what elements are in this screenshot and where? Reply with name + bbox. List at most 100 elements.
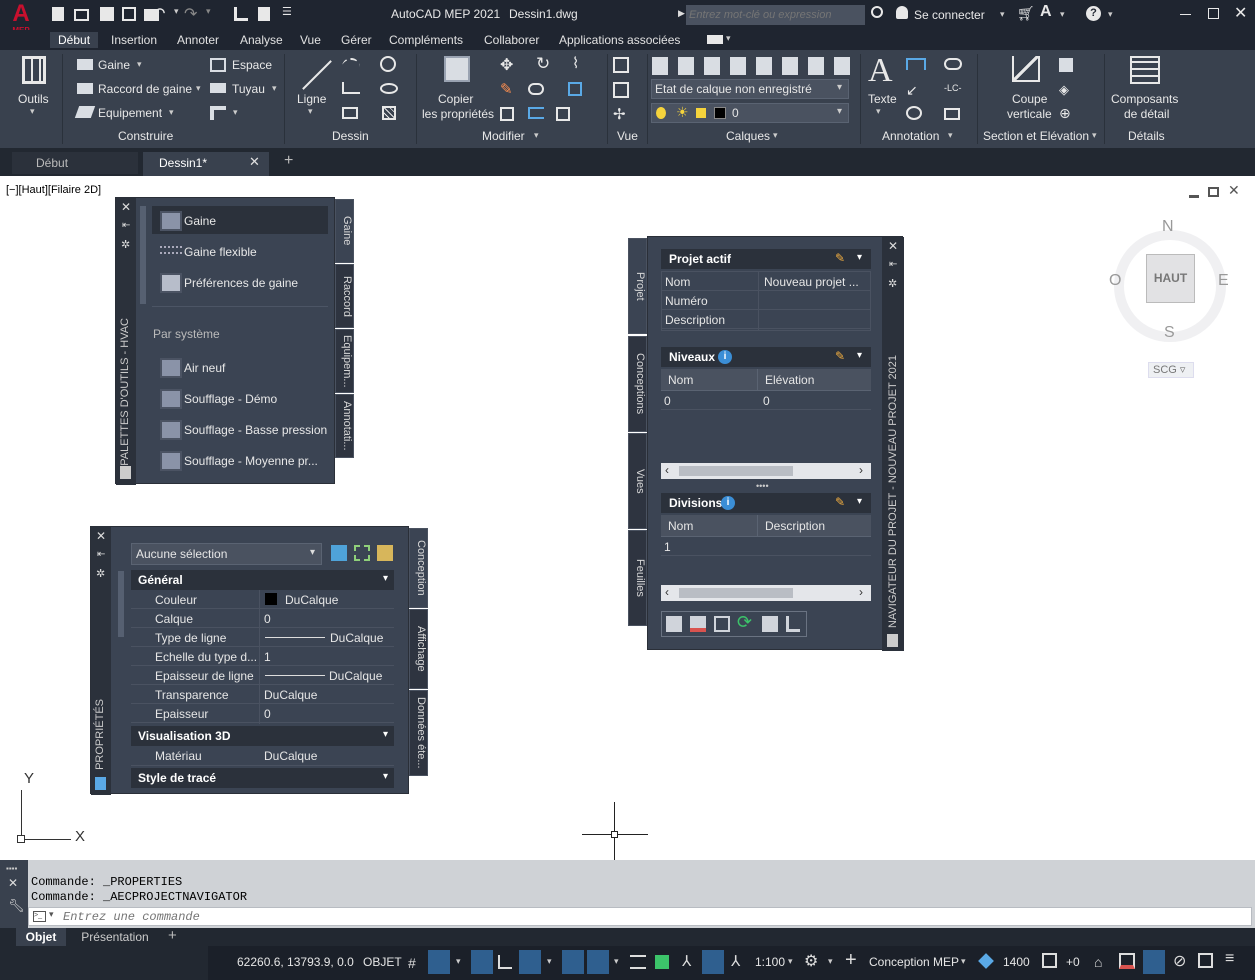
visual-style-icon[interactable]	[613, 82, 629, 98]
table-row[interactable]: 1	[661, 537, 871, 556]
annotation-scale[interactable]: 1:100	[755, 955, 785, 969]
dimension-icon[interactable]	[906, 58, 926, 70]
ligne-button[interactable]: Ligne	[297, 92, 326, 106]
properties-icon[interactable]: ✲	[121, 238, 130, 251]
snap-icon[interactable]	[428, 950, 450, 974]
chevron-down-icon[interactable]: ▾	[961, 956, 966, 967]
horizontal-scrollbar[interactable]: ‹ ›	[661, 585, 871, 601]
close-icon[interactable]: ✕	[121, 200, 131, 214]
view-cube-icon[interactable]	[613, 57, 629, 73]
chevron-down-icon[interactable]: ▾	[828, 956, 833, 967]
nav-tab-conceptions[interactable]: Conceptions	[628, 336, 647, 432]
nav-tab-vues[interactable]: Vues	[628, 433, 647, 529]
group-visualisation-3d[interactable]: Visualisation 3D ▾	[131, 726, 394, 746]
nav-tab-feuilles[interactable]: Feuilles	[628, 530, 647, 626]
new-icon[interactable]	[52, 7, 64, 21]
tab-gerer[interactable]: Gérer	[333, 32, 380, 48]
chevron-down-icon[interactable]: ▾	[876, 106, 881, 117]
annotation-visibility-icon[interactable]: ⅄	[682, 952, 691, 970]
polyline-icon[interactable]	[342, 82, 360, 94]
osnap-icon[interactable]	[587, 950, 609, 974]
chevron-down-icon[interactable]: ▾	[49, 909, 54, 920]
project-name-value[interactable]: Nouveau projet ...	[764, 275, 859, 289]
viewcube-face[interactable]: HAUT	[1146, 254, 1195, 303]
chevron-left-icon[interactable]: ‹	[665, 463, 669, 477]
mirror-icon[interactable]	[568, 82, 582, 96]
tool-air-neuf[interactable]: Air neuf	[184, 361, 225, 375]
group-style-trace[interactable]: Style de tracé ▾	[131, 768, 394, 788]
close-icon[interactable]: ✕	[96, 529, 106, 543]
prop-value[interactable]: DuCalque	[285, 593, 338, 607]
palette-tab-equipement[interactable]: Equipem...	[335, 329, 354, 393]
info-icon[interactable]: i	[718, 350, 732, 364]
palette-menu-icon[interactable]	[120, 466, 131, 479]
plus-icon[interactable]: +	[845, 949, 857, 972]
transparency-icon[interactable]	[655, 955, 669, 969]
palette-tab-annotation[interactable]: Annotati...	[335, 394, 354, 458]
chevron-down-icon[interactable]: ▾	[726, 33, 731, 44]
tag-icon[interactable]: -LC-	[944, 83, 962, 93]
copier-proprietes-button-line2[interactable]: les propriétés	[422, 107, 494, 121]
chevron-down-icon[interactable]: ▾	[1060, 9, 1065, 20]
prompt-icon[interactable]: >_	[33, 911, 46, 922]
customize-icon[interactable]: ≡	[1225, 950, 1234, 968]
group-general[interactable]: Général ▾	[131, 570, 394, 590]
search-input[interactable]	[686, 5, 865, 25]
panel-annotation[interactable]: Annotation	[882, 129, 939, 143]
close-icon[interactable]: ✕	[888, 239, 898, 253]
autodesk-icon[interactable]: A	[1040, 3, 1052, 21]
outils-button[interactable]: Outils ▾	[14, 56, 54, 116]
composants-detail-button-line2[interactable]: de détail	[1124, 107, 1169, 121]
close-project-icon[interactable]	[690, 616, 706, 632]
palette-tab-raccord[interactable]: Raccord	[335, 264, 354, 328]
prop-value[interactable]: DuCalque	[264, 688, 317, 702]
raccord-button[interactable]: Raccord de gaine	[98, 82, 192, 96]
save-as-icon[interactable]	[122, 7, 136, 21]
chevron-down-icon[interactable]: ▾	[773, 130, 778, 141]
prop-value[interactable]: 0	[264, 707, 271, 721]
texte-button[interactable]: Texte	[868, 92, 897, 106]
trim-icon[interactable]: ⌇	[572, 54, 579, 72]
elevation-value[interactable]: 1400	[1003, 955, 1030, 969]
signin-link[interactable]: Se connecter	[914, 8, 985, 22]
project-browser-icon[interactable]	[666, 616, 682, 632]
viewcube[interactable]: N S E O HAUT	[1109, 218, 1230, 350]
chevron-down-icon[interactable]: ▾	[1092, 130, 1097, 141]
new-tab-icon[interactable]: +	[284, 152, 293, 170]
chevron-down-icon[interactable]: ▾	[1108, 9, 1113, 20]
move-icon[interactable]: ✥	[500, 55, 513, 75]
chevron-down-icon[interactable]: ▾	[857, 252, 862, 263]
search-icon[interactable]	[871, 6, 883, 18]
tab-vue[interactable]: Vue	[292, 32, 329, 48]
chevron-down-icon[interactable]: ▾	[174, 6, 179, 17]
grip-icon[interactable]: ▪▪▪▪	[6, 864, 17, 873]
panel-calques[interactable]: Calques	[726, 129, 770, 143]
chevron-left-icon[interactable]: ‹	[665, 585, 669, 599]
chevron-down-icon[interactable]: ▾	[272, 83, 277, 94]
autohide-icon[interactable]: ⇤	[122, 220, 130, 231]
prop-value[interactable]: DuCalque	[330, 631, 383, 645]
leader-icon[interactable]: ↙	[906, 82, 918, 99]
palette-scrollbar[interactable]	[140, 206, 146, 304]
workspace-select[interactable]: Conception MEP	[869, 955, 959, 969]
chevron-down-icon[interactable]: ▾	[233, 107, 238, 118]
redo-icon[interactable]: ↷	[184, 4, 197, 24]
quick-select-icon[interactable]	[377, 545, 393, 561]
coordinates-readout[interactable]: 62260.6, 13793.9, 0.0	[237, 955, 354, 969]
minimize-icon[interactable]	[1189, 195, 1199, 198]
select-objects-icon[interactable]	[354, 545, 370, 561]
edit-icon[interactable]: ✎	[835, 251, 845, 265]
section-projet-actif[interactable]: Projet actif ✎ ▾	[661, 249, 871, 269]
wrench-icon[interactable]: 🔧︎	[8, 898, 25, 914]
nav-tab-projet[interactable]: Projet	[628, 238, 647, 334]
model-space-toggle[interactable]: OBJET	[363, 955, 402, 969]
table-row[interactable]: 00	[661, 391, 871, 410]
doc-tab-debut[interactable]: Début	[12, 152, 138, 174]
edit-icon[interactable]: ✎	[835, 349, 845, 363]
panel-section[interactable]: Section et Elévation	[983, 129, 1089, 143]
annotation-scale-icon[interactable]: ⅄	[731, 952, 740, 970]
properties-icon[interactable]: ✲	[888, 277, 897, 290]
chevron-down-icon[interactable]: ▾	[206, 6, 211, 17]
command-input[interactable]	[63, 909, 663, 924]
surface-hatch-icon[interactable]: ⌂	[1094, 954, 1102, 970]
